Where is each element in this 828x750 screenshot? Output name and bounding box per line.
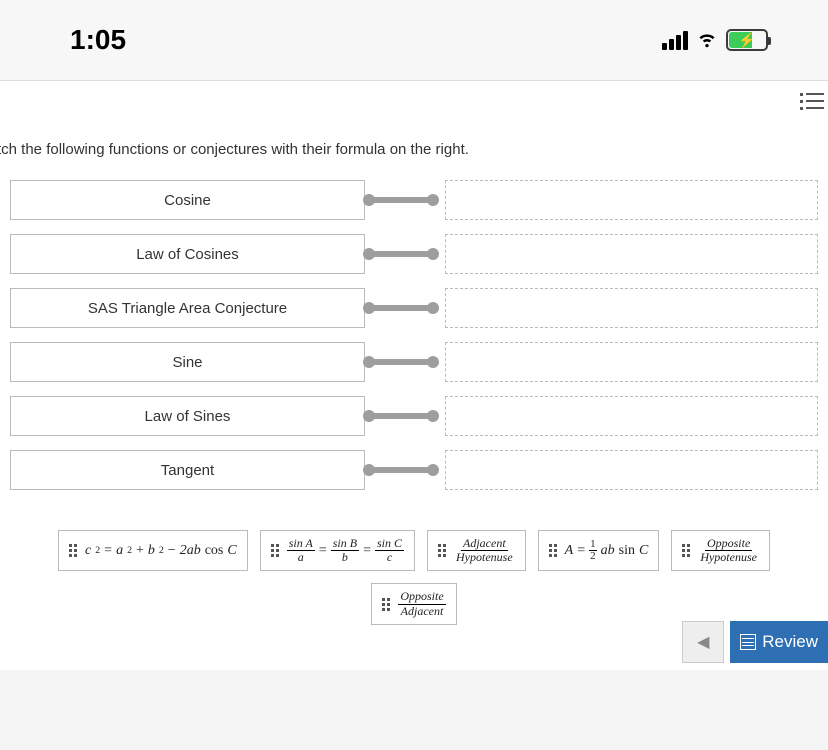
chevron-left-icon: ◀ [697,632,709,652]
footer-nav: ◀ Review [682,614,828,670]
term-sas-conjecture: SAS Triangle Area Conjecture [10,288,365,328]
chip-sine-definition[interactable]: OppositeHypotenuse [671,530,770,571]
status-bar: 1:05 ⚡ [0,0,828,80]
connector-handle[interactable] [365,359,437,365]
match-row: SAS Triangle Area Conjecture [10,288,818,328]
term-law-of-sines: Law of Sines [10,396,365,436]
chip-sas-area-formula[interactable]: A = 12 ab sin C [538,530,660,571]
review-button[interactable]: Review [730,621,828,663]
term-tangent: Tangent [10,450,365,490]
wifi-icon [696,27,718,54]
chip-law-of-cosines-formula[interactable]: c2 = a2 + b2 − 2ab cos C [58,530,248,571]
drop-target[interactable] [445,450,818,490]
match-row: Tangent [10,450,818,490]
chip-law-of-sines-formula[interactable]: sin Aa = sin Bb = sin Cc [260,530,415,571]
battery-charging-icon: ⚡ [726,29,768,51]
drag-grip-icon [438,544,446,557]
cellular-signal-icon [662,31,688,50]
chip-cosine-definition[interactable]: AdjacentHypotenuse [427,530,526,571]
term-sine: Sine [10,342,365,382]
drop-target[interactable] [445,234,818,274]
term-law-of-cosines: Law of Cosines [10,234,365,274]
chip-tangent-definition[interactable]: OppositeAdjacent [371,583,456,624]
previous-button[interactable]: ◀ [682,621,724,663]
connector-handle[interactable] [365,305,437,311]
review-label: Review [762,632,818,652]
drop-target[interactable] [445,288,818,328]
drag-grip-icon [549,544,557,557]
match-row: Sine [10,342,818,382]
drop-target[interactable] [445,180,818,220]
drag-grip-icon [271,544,279,557]
connector-handle[interactable] [365,197,437,203]
matching-area: Cosine Law of Cosines SAS Triangle Area … [0,180,828,490]
connector-handle[interactable] [365,251,437,257]
drop-target[interactable] [445,342,818,382]
match-row: Law of Cosines [10,234,818,274]
term-cosine: Cosine [10,180,365,220]
status-icons: ⚡ [662,27,768,54]
list-menu-button[interactable] [800,89,824,113]
drag-grip-icon [682,544,690,557]
drag-grip-icon [382,598,390,611]
connector-handle[interactable] [365,413,437,419]
question-content: tch the following functions or conjectur… [0,80,828,670]
match-row: Law of Sines [10,396,818,436]
status-time: 1:05 [70,24,126,56]
instruction-text: tch the following functions or conjectur… [0,141,828,180]
review-list-icon [740,634,756,650]
connector-handle[interactable] [365,467,437,473]
match-row: Cosine [10,180,818,220]
drag-grip-icon [69,544,77,557]
drop-target[interactable] [445,396,818,436]
